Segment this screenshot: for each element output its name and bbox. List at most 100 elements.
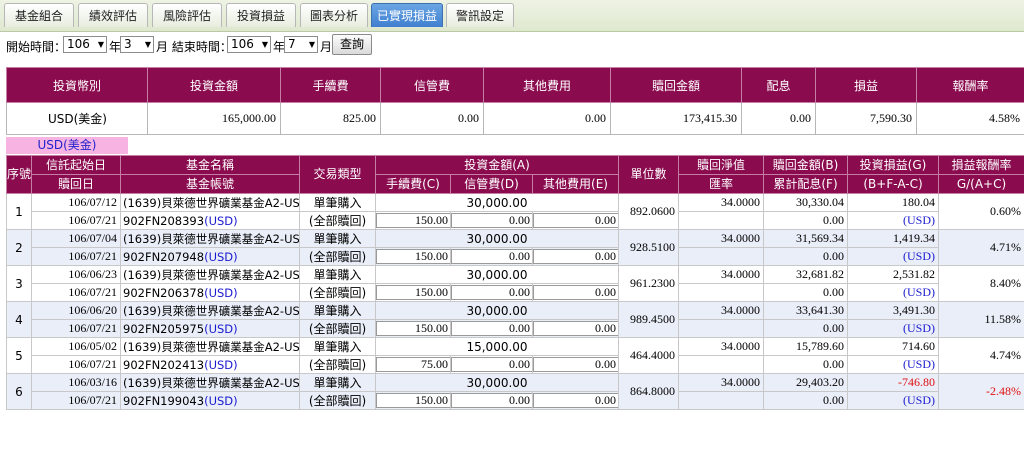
- tab-fund-portfolio[interactable]: 基金組合: [4, 3, 74, 27]
- row-invest-pl: 180.04: [847, 193, 940, 212]
- row-type-redeem: (全部贖回): [299, 355, 376, 374]
- table-row: 106/07/21 902FN207948(USD) (全部贖回) 150.00 0.0…: [7, 247, 1024, 266]
- row-fx-rate: [678, 283, 765, 302]
- row-mgmt-fee-value: 0.00: [451, 285, 532, 300]
- currency-tab-usd[interactable]: USD(美金): [6, 137, 128, 154]
- detail-header-row-1: 序號 信託起始日 基金名稱 交易類型 投資金額(A) 單位數 贖回淨值 贖回金額…: [6, 155, 1024, 194]
- row-type-buy: 單筆購入: [299, 373, 376, 392]
- summary-header-row: 投資幣別 投資金額 手續費 信管費 其他費用 贖回金額 配息 損益 報酬率: [6, 67, 1024, 103]
- row-pl-currency[interactable]: (USD): [847, 247, 940, 266]
- row-other-fee-value: 0.00: [533, 213, 618, 228]
- tab-realized-pl[interactable]: 已實現損益: [371, 3, 443, 27]
- row-redeem-nav: 34.0000: [678, 301, 765, 320]
- row-accum-dividend: 0.00: [763, 391, 849, 410]
- row-currency-link[interactable]: (USD): [204, 358, 238, 372]
- row-redeem-nav: 34.0000: [678, 265, 765, 284]
- chevron-down-icon: ▼: [308, 40, 315, 49]
- row-mgmt-fee: 0.00: [450, 319, 533, 338]
- header-invest-amount: 投資金額: [147, 67, 281, 103]
- summary-table: 投資幣別 投資金額 手續費 信管費 其他費用 贖回金額 配息 損益 報酬率 US…: [6, 67, 1024, 135]
- tab-performance[interactable]: 績效評估: [78, 3, 148, 27]
- row-account-number: 902FN199043: [123, 393, 205, 408]
- row-fee: 150.00: [375, 319, 451, 338]
- row-return-rate: 4.71%: [938, 229, 1024, 266]
- row-fund-name: (1639)貝萊德世界礦業基金A2-USD: [120, 373, 300, 392]
- table-row: 6 106/03/16 (1639)貝萊德世界礦業基金A2-USD 單筆購入 30,00…: [6, 373, 1024, 410]
- row-invest-pl: 3,491.30: [847, 301, 940, 320]
- end-year-select[interactable]: 106 ▼: [227, 36, 271, 53]
- header-pl-return: 損益報酬率: [938, 155, 1024, 175]
- table-row: 106/07/21 902FN199043(USD) (全部贖回) 150.00 0.0…: [7, 391, 1024, 410]
- month-label: 月: [320, 40, 333, 54]
- row-other-fee: 0.00: [531, 211, 620, 230]
- tab-risk[interactable]: 風險評估: [152, 3, 222, 27]
- header-redeem-nav: 贖回淨值: [678, 155, 765, 175]
- summary-redeem-amount: 173,415.30: [610, 102, 742, 135]
- header-other-fee: 其他費用(E): [531, 174, 620, 194]
- end-month-select[interactable]: 7 ▼: [284, 36, 318, 53]
- header-fund-name: 基金名稱: [120, 155, 300, 175]
- row-units: 928.5100: [618, 229, 680, 266]
- header-invest-amount: 投資金額(A): [374, 155, 620, 175]
- query-button[interactable]: 查詢: [332, 34, 372, 55]
- row-pl-currency[interactable]: (USD): [847, 211, 940, 230]
- row-seq: 2: [6, 229, 32, 266]
- row-accum-dividend: 0.00: [763, 319, 849, 338]
- row-redeem-date: 106/07/21: [31, 355, 121, 374]
- table-row: 106/07/21 902FN202413(USD) (全部贖回) 75.00 0.00…: [7, 355, 1024, 374]
- row-currency-link[interactable]: (USD): [204, 250, 238, 264]
- row-seq: 6: [6, 373, 32, 410]
- chevron-down-icon: ▼: [97, 40, 104, 49]
- table-row: 106/07/21 902FN208393(USD) (全部贖回) 150.00 0.0…: [7, 211, 1024, 230]
- row-currency-link[interactable]: (USD): [204, 394, 238, 408]
- row-trust-start: 106/06/20: [31, 301, 121, 320]
- row-mgmt-fee: 0.00: [450, 391, 533, 410]
- row-fee-value: 150.00: [376, 285, 450, 300]
- row-currency-link[interactable]: (USD): [204, 286, 238, 300]
- row-invest-pl: 1,419.34: [847, 229, 940, 248]
- tab-chart-analysis[interactable]: 圖表分析: [300, 3, 368, 27]
- row-fee: 150.00: [375, 211, 451, 230]
- row-other-fee: 0.00: [531, 247, 620, 266]
- tab-alert-settings[interactable]: 警訊設定: [446, 3, 514, 27]
- row-account-number: 902FN208393: [123, 213, 205, 228]
- row-currency-link[interactable]: (USD): [204, 214, 238, 228]
- row-redeem-amount: 30,330.04: [763, 193, 849, 212]
- row-type-buy: 單筆購入: [299, 337, 376, 356]
- row-pl-currency[interactable]: (USD): [847, 319, 940, 338]
- row-other-fee-value: 0.00: [533, 249, 618, 264]
- row-invest-amount: 15,000.00: [374, 337, 620, 356]
- start-month-select[interactable]: 3 ▼: [120, 36, 154, 53]
- row-return-rate: 8.40%: [938, 265, 1024, 302]
- row-fee: 75.00: [375, 355, 451, 374]
- row-accum-dividend: 0.00: [763, 247, 849, 266]
- row-trust-start: 106/07/04: [31, 229, 121, 248]
- table-row: 2 106/07/04 (1639)貝萊德世界礦業基金A2-USD 單筆購入 30,00…: [6, 229, 1024, 266]
- row-type-redeem: (全部贖回): [299, 211, 376, 230]
- row-fee-value: 150.00: [376, 321, 450, 336]
- row-trust-start: 106/07/12: [31, 193, 121, 212]
- start-year-select[interactable]: 106 ▼: [63, 36, 107, 53]
- row-fee: 150.00: [375, 247, 451, 266]
- tab-bar: 基金組合 績效評估 風險評估 投資損益 圖表分析 已實現損益 警訊設定: [0, 0, 1024, 32]
- row-currency-link[interactable]: (USD): [204, 322, 238, 336]
- header-trade-type: 交易類型: [299, 155, 376, 194]
- row-seq: 3: [6, 265, 32, 302]
- row-pl-currency[interactable]: (USD): [847, 355, 940, 374]
- row-other-fee-value: 0.00: [533, 393, 618, 408]
- row-mgmt-fee: 0.00: [450, 283, 533, 302]
- row-fund-account: 902FN207948(USD): [120, 247, 300, 266]
- row-pl-currency[interactable]: (USD): [847, 283, 940, 302]
- header-fee: 手續費: [280, 67, 381, 103]
- tab-investment-pl[interactable]: 投資損益: [226, 3, 296, 27]
- row-account-number: 902FN207948: [123, 249, 205, 264]
- header-fund-account: 基金帳號: [120, 174, 300, 194]
- table-row: 4 106/06/20 (1639)貝萊德世界礦業基金A2-USD 單筆購入 30,00…: [6, 301, 1024, 338]
- row-redeem-amount: 33,641.30: [763, 301, 849, 320]
- row-seq: 5: [6, 337, 32, 374]
- row-fund-name: (1639)貝萊德世界礦業基金A2-USD: [120, 301, 300, 320]
- row-pl-currency[interactable]: (USD): [847, 391, 940, 410]
- table-row: 1 106/07/12 (1639)貝萊德世界礦業基金A2-USD 單筆購入 30,00…: [6, 193, 1024, 230]
- row-fee: 150.00: [375, 283, 451, 302]
- row-trust-start: 106/03/16: [31, 373, 121, 392]
